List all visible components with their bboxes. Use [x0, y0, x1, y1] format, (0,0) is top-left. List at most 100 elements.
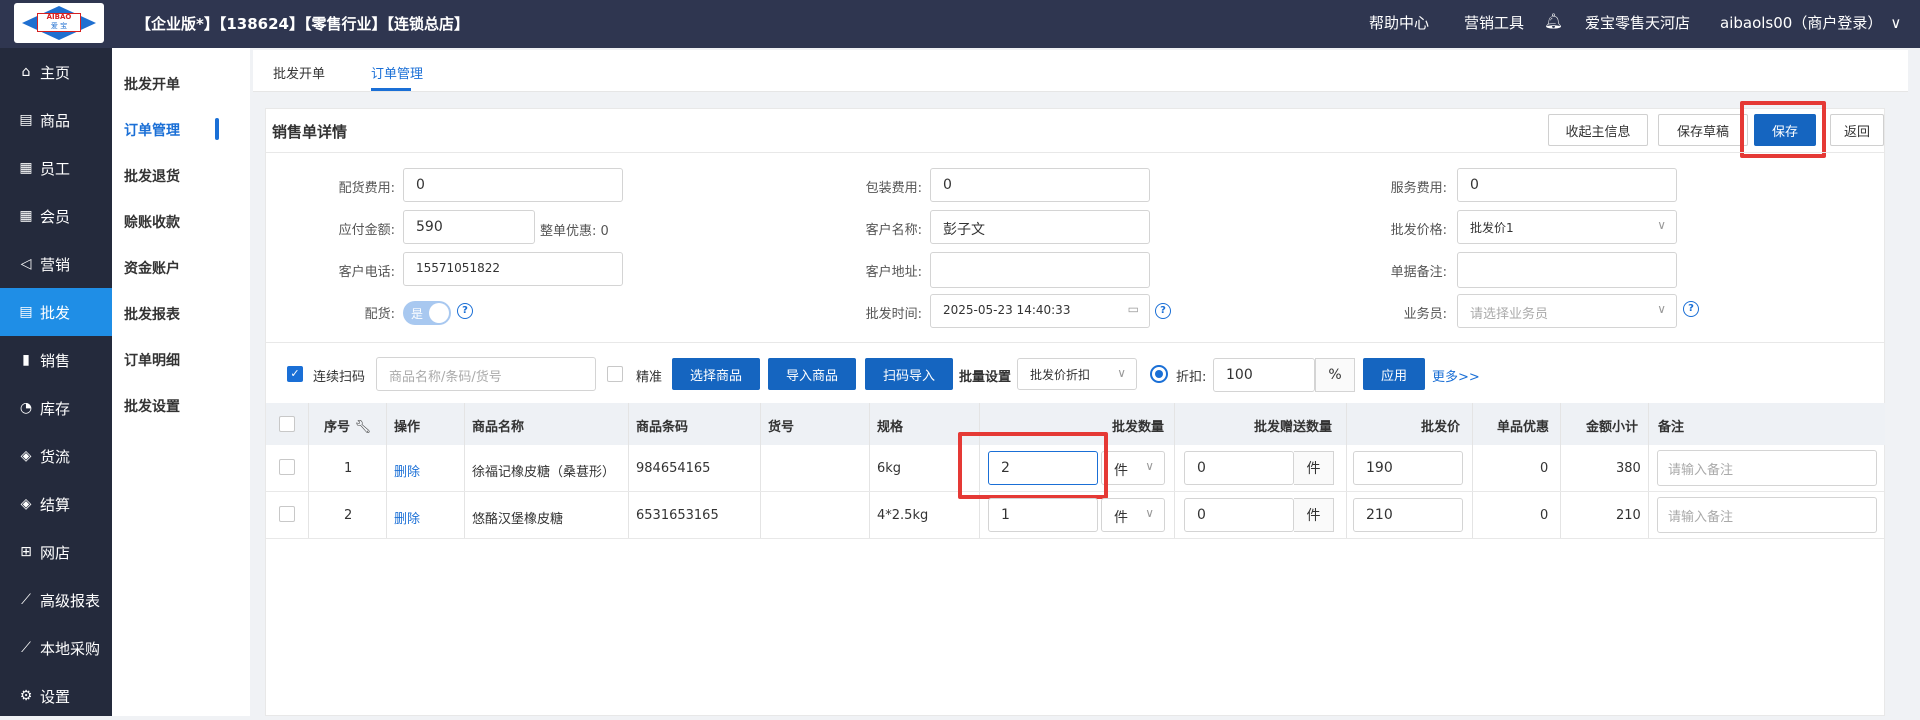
wholesale-time-picker[interactable]: 2025-05-23 14:40:33 ▭ [930, 294, 1150, 328]
home-icon: ⌂ [21, 64, 31, 80]
discount-input[interactable]: 100 [1213, 358, 1315, 392]
order-remark-input[interactable] [1457, 252, 1677, 288]
staff-icon: ▦ [19, 160, 33, 176]
batch-setting-select[interactable]: 批发价折扣 ∨ [1017, 358, 1137, 390]
sidebar-item-members[interactable]: ▦ 会员 [0, 192, 112, 240]
subnav-fund-account[interactable]: 资金账户 [124, 258, 180, 278]
page-tabs: 批发开单 订单管理 [253, 50, 1908, 92]
sidebar-item-staff[interactable]: ▦ 员工 [0, 144, 112, 192]
wholesale-price-select[interactable]: 批发价1 ∨ [1457, 210, 1677, 244]
save-draft-button[interactable]: 保存草稿 [1658, 114, 1748, 146]
row-no: 1 [344, 461, 353, 476]
col-sku: 货号 [768, 420, 795, 435]
scan-import-button[interactable]: 扫码导入 [865, 358, 953, 390]
sidebar-item-wholesale[interactable]: ▤ 批发 [0, 288, 112, 336]
aibao-logo[interactable]: AIBAO 爱 宝 [14, 3, 104, 43]
gift-unit: 件 [1294, 498, 1334, 532]
sidebar-item-marketing[interactable]: ◁ 营销 [0, 240, 112, 288]
top-bar: AIBAO 爱 宝 【企业版*】【138624】【零售行业】【连锁总店】 帮助中… [0, 0, 1920, 48]
unit-select[interactable]: 件 ∨ [1101, 498, 1165, 532]
store-name[interactable]: 爱宝零售天河店 [1585, 12, 1690, 33]
highlight-box [1740, 101, 1826, 158]
item-discount: 0 [1540, 461, 1549, 476]
payable-input[interactable]: 590 [403, 210, 535, 244]
sidebar-item-advanced-reports[interactable]: ⟋ 高级报表 [0, 576, 112, 624]
help-center-link[interactable]: 帮助中心 [1369, 12, 1429, 33]
subnav-wholesale-return[interactable]: 批发退货 [124, 166, 180, 186]
subnav-active-indicator [215, 118, 219, 140]
sidebar-item-inventory[interactable]: ◔ 库存 [0, 384, 112, 432]
back-button[interactable]: 返回 [1830, 114, 1884, 146]
apply-button[interactable]: 应用 [1363, 358, 1425, 390]
row-checkbox[interactable] [279, 459, 295, 475]
gift-unit: 件 [1294, 451, 1334, 485]
sidebar-item-local-purchase[interactable]: ⟋ 本地采购 [0, 624, 112, 672]
sidebar-item-sales[interactable]: ▮ 销售 [0, 336, 112, 384]
help-icon[interactable]: ? [1683, 301, 1699, 317]
sidebar-item-online-store[interactable]: ⊞ 网店 [0, 528, 112, 576]
customer-name-label: 客户名称: [865, 223, 922, 238]
sidebar-item-home[interactable]: ⌂ 主页 [0, 48, 112, 96]
col-name: 商品名称 [472, 420, 525, 435]
subnav-order-detail[interactable]: 订单明细 [124, 350, 180, 370]
subnav-wholesale-settings[interactable]: 批发设置 [124, 396, 180, 416]
sidebar-item-goods[interactable]: ▤ 商品 [0, 96, 112, 144]
import-goods-button[interactable]: 导入商品 [768, 358, 856, 390]
delivery-toggle[interactable]: 是 [403, 301, 451, 325]
row-checkbox[interactable] [279, 506, 295, 522]
wrench-icon[interactable]: 🔧︎ [355, 420, 372, 435]
remark-input[interactable]: 请输入备注 [1657, 497, 1877, 533]
subnav-wholesale-report[interactable]: 批发报表 [124, 304, 180, 324]
megaphone-icon: ◁ [20, 256, 32, 272]
subnav-credit-collection[interactable]: 赊账收款 [124, 212, 180, 232]
marketing-tools-link[interactable]: 营销工具 [1464, 12, 1524, 33]
gift-qty-input[interactable]: 0 [1184, 451, 1294, 485]
sidebar-item-settlement[interactable]: ◈ 结算 [0, 480, 112, 528]
select-all-checkbox[interactable] [279, 416, 295, 432]
col-item-discount: 单品优惠 [1497, 420, 1550, 435]
more-link[interactable]: 更多>> [1432, 366, 1480, 385]
select-goods-button[interactable]: 选择商品 [672, 358, 760, 390]
gift-icon: ⊞ [20, 544, 32, 560]
qty-input[interactable]: 1 [988, 498, 1098, 532]
packing-fee-input[interactable]: 0 [930, 168, 1150, 202]
delete-link[interactable]: 删除 [394, 508, 420, 527]
customer-name-input[interactable]: 彭子文 [930, 210, 1150, 244]
subnav-order-management[interactable]: 订单管理 [124, 120, 180, 140]
discount-radio[interactable] [1150, 365, 1168, 383]
price-input[interactable]: 210 [1353, 498, 1463, 532]
delete-link[interactable]: 删除 [394, 461, 420, 480]
service-fee-input[interactable]: 0 [1457, 168, 1677, 202]
chevron-down-icon: ∨ [1117, 366, 1126, 380]
price-input[interactable]: 190 [1353, 451, 1463, 485]
exact-match-label: 精准 [636, 370, 663, 385]
collapse-info-button[interactable]: 收起主信息 [1548, 114, 1648, 146]
col-barcode: 商品条码 [636, 420, 689, 435]
delivery-fee-input[interactable]: 0 [403, 168, 623, 202]
help-icon[interactable]: ? [1155, 303, 1171, 319]
col-spec: 规格 [877, 420, 904, 435]
payable-label: 应付金额: [338, 223, 395, 238]
sidebar-item-logistics[interactable]: ◈ 货流 [0, 432, 112, 480]
help-icon[interactable]: ? [457, 303, 473, 319]
phone-input[interactable]: 15571051822 [403, 252, 623, 286]
gift-qty-input[interactable]: 0 [1184, 498, 1294, 532]
discount-label: 整单优惠: 0 [540, 224, 609, 239]
wholesale-icon: ▤ [19, 304, 33, 320]
continuous-scan-checkbox[interactable]: ✓ [287, 366, 303, 382]
sidebar-item-settings[interactable]: ⚙ 设置 [0, 672, 112, 720]
exact-match-checkbox[interactable] [607, 366, 623, 382]
user-menu[interactable]: aibaols00（商户登录） ∨ [1720, 12, 1901, 33]
tab-wholesale-order[interactable]: 批发开单 [273, 63, 325, 82]
customer-address-input[interactable] [930, 252, 1150, 288]
remark-input[interactable]: 请输入备注 [1657, 450, 1877, 486]
tab-order-management[interactable]: 订单管理 [371, 63, 423, 82]
product-name: 悠酪汉堡橡皮糖 [472, 512, 564, 527]
unit-select[interactable]: 件 ∨ [1101, 451, 1165, 485]
product-search-input[interactable]: 商品名称/条码/货号 [376, 357, 596, 391]
logistics-icon: ◈ [20, 448, 32, 464]
bell-icon[interactable]: 🔔︎ [1544, 12, 1563, 30]
goods-icon: ▤ [19, 112, 33, 128]
subnav-wholesale-order[interactable]: 批发开单 [124, 74, 180, 94]
salesman-select[interactable]: 请选择业务员 ∨ [1457, 294, 1677, 328]
